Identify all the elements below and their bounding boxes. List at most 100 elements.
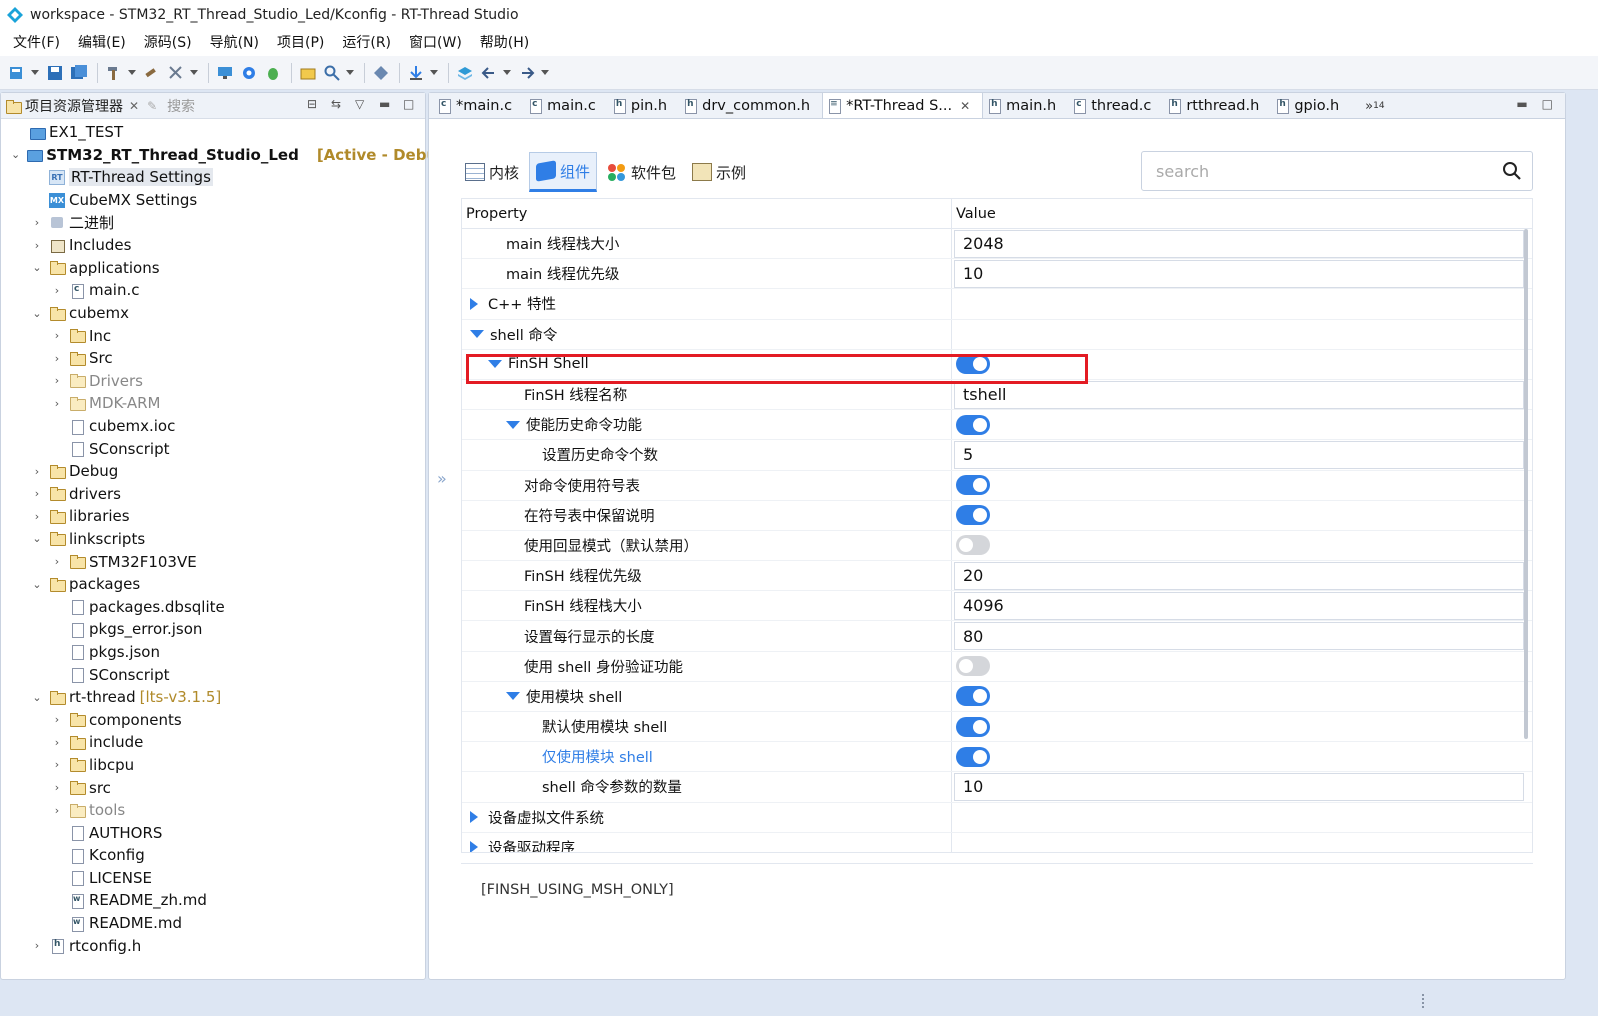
expand-down-triangle-icon[interactable] [506,420,520,429]
tree-item[interactable]: cubemx.ioc [1,415,425,438]
chevron-right-icon[interactable]: › [51,555,63,568]
tree-item[interactable]: › Debug [1,460,425,483]
minimize-icon[interactable]: ▬ [379,97,393,111]
tree-item[interactable]: › libraries [1,505,425,528]
chevron-right-icon[interactable]: › [51,284,63,297]
download-monitor-icon[interactable] [214,62,236,84]
minimize-icon[interactable]: ▬ [1516,97,1527,111]
menu-item[interactable]: 源码(S) [135,30,201,56]
chevron-right-icon[interactable]: › [31,465,43,478]
tree-item[interactable]: › main.c [1,279,425,302]
tree-item[interactable]: SConscript [1,437,425,460]
tree-item[interactable]: LICENSE [1,867,425,890]
tree-item[interactable]: › Drivers [1,370,425,393]
tree-item[interactable]: Kconfig [1,844,425,867]
property-row[interactable]: 对命令使用符号表 [462,470,1532,501]
forward-arrow-icon[interactable] [516,62,538,84]
chevron-down-icon[interactable]: ⌄ [31,307,43,320]
property-row[interactable]: 设置每行显示的长度 80 [462,621,1532,652]
expand-right-triangle-icon[interactable] [470,841,478,852]
value-input[interactable]: tshell [954,380,1524,409]
property-row[interactable]: FinSH 线程优先级 20 [462,561,1532,592]
chevron-right-icon[interactable]: › [31,939,43,952]
toggle-switch[interactable] [956,414,990,435]
clean-icon[interactable] [165,62,187,84]
tree-item[interactable]: › src [1,776,425,799]
tree-item[interactable]: ⌄ STM32_RT_Thread_Studio_Led [Active - Deb… [1,144,455,167]
tab-project-explorer[interactable]: 项目资源管理器 ✕ [5,96,139,116]
download-dropdown-icon[interactable] [429,62,439,84]
property-row[interactable]: 使用模块 shell [462,681,1532,712]
property-row[interactable]: 在符号表中保留说明 [462,500,1532,531]
toggle-switch[interactable] [956,746,990,767]
toggle-switch[interactable] [956,505,990,526]
tree-item[interactable]: packages.dbsqlite [1,595,425,618]
property-row[interactable]: 使用 shell 身份验证功能 [462,651,1532,682]
property-row[interactable]: 使能历史命令功能 [462,410,1532,441]
chevron-right-icon[interactable]: › [51,758,63,771]
settings-gear-icon[interactable] [238,62,260,84]
tree-item[interactable]: README.md [1,912,425,935]
expand-down-triangle-icon[interactable] [488,360,502,369]
editor-tab[interactable]: *main.c [433,94,524,118]
search-input[interactable] [1142,152,1482,190]
property-row[interactable]: 设备驱动程序 [462,832,1532,852]
expand-chevron-icon[interactable]: » [437,469,447,488]
open-folder-icon[interactable] [297,62,319,84]
property-row[interactable]: shell 命令 [462,319,1532,350]
tree-item[interactable]: › drivers [1,483,425,506]
property-row[interactable]: FinSH 线程栈大小 4096 [462,591,1532,622]
toggle-switch[interactable] [956,716,990,737]
toggle-switch[interactable] [956,686,990,707]
value-input[interactable]: 2048 [954,229,1524,258]
more-tabs-button[interactable]: » 14 [1365,94,1384,118]
property-row[interactable]: 设备虚拟文件系统 [462,802,1532,833]
close-icon[interactable]: ✕ [129,99,139,113]
toggle-switch[interactable] [956,475,990,496]
chevron-right-icon[interactable]: › [51,374,63,387]
property-row[interactable]: FinSH 线程名称 tshell [462,379,1532,411]
tree-item[interactable]: › tools [1,799,425,822]
chevron-right-icon[interactable]: › [31,487,43,500]
chevron-down-icon[interactable]: ⌄ [31,691,43,704]
chevron-right-icon[interactable]: › [31,239,43,252]
tree-item[interactable]: ⌄ applications [1,257,425,280]
tree-item[interactable]: › STM32F103VE [1,550,425,573]
chevron-down-icon[interactable]: ⌄ [11,148,20,161]
search-icon[interactable] [1502,161,1522,181]
tree-item[interactable]: ⌄ packages [1,573,425,596]
chevron-down-icon[interactable]: ⌄ [31,578,43,591]
toggle-switch[interactable] [956,656,990,677]
download-arrow-icon[interactable] [405,62,427,84]
link-editor-icon[interactable]: ⇆ [331,97,345,111]
maximize-icon[interactable]: □ [1542,97,1553,111]
category-tab[interactable]: 软件包 [601,152,682,192]
value-input[interactable]: 10 [954,772,1524,801]
property-row[interactable]: shell 命令参数的数量 10 [462,772,1532,803]
search-dropdown-icon[interactable] [345,62,355,84]
build-dropdown-icon[interactable] [127,62,137,84]
chevron-down-icon[interactable]: ⌄ [31,261,43,274]
property-row[interactable]: C++ 特性 [462,289,1532,320]
tree-item[interactable]: › 二进制 [1,211,425,234]
editor-tab[interactable]: pin.h [608,94,679,118]
vertical-scrollbar[interactable] [1524,229,1528,739]
tree-item[interactable]: › components [1,708,425,731]
back-arrow-icon[interactable] [478,62,500,84]
back-dropdown-icon[interactable] [502,62,512,84]
editor-tab[interactable]: main.h [983,94,1068,118]
chevron-down-icon[interactable]: ⌄ [31,532,43,545]
menu-item[interactable]: 窗口(W) [400,30,471,56]
chevron-right-icon[interactable]: › [31,216,43,229]
chevron-right-icon[interactable]: › [31,510,43,523]
tree-item[interactable]: ⌄ linkscripts [1,528,425,551]
tree-item[interactable]: README_zh.md [1,889,425,912]
tree-item[interactable]: ⌄ rt-thread [lts-v3.1.5] [1,686,425,709]
debug-bug-icon[interactable] [262,62,284,84]
tree-item[interactable]: SConscript [1,663,425,686]
chevron-right-icon[interactable]: › [51,736,63,749]
chevron-right-icon[interactable]: › [51,713,63,726]
tree-item[interactable]: › rtconfig.h [1,934,425,957]
tree-item[interactable]: pkgs_error.json [1,618,425,641]
editor-tab[interactable]: rtthread.h [1163,94,1271,118]
